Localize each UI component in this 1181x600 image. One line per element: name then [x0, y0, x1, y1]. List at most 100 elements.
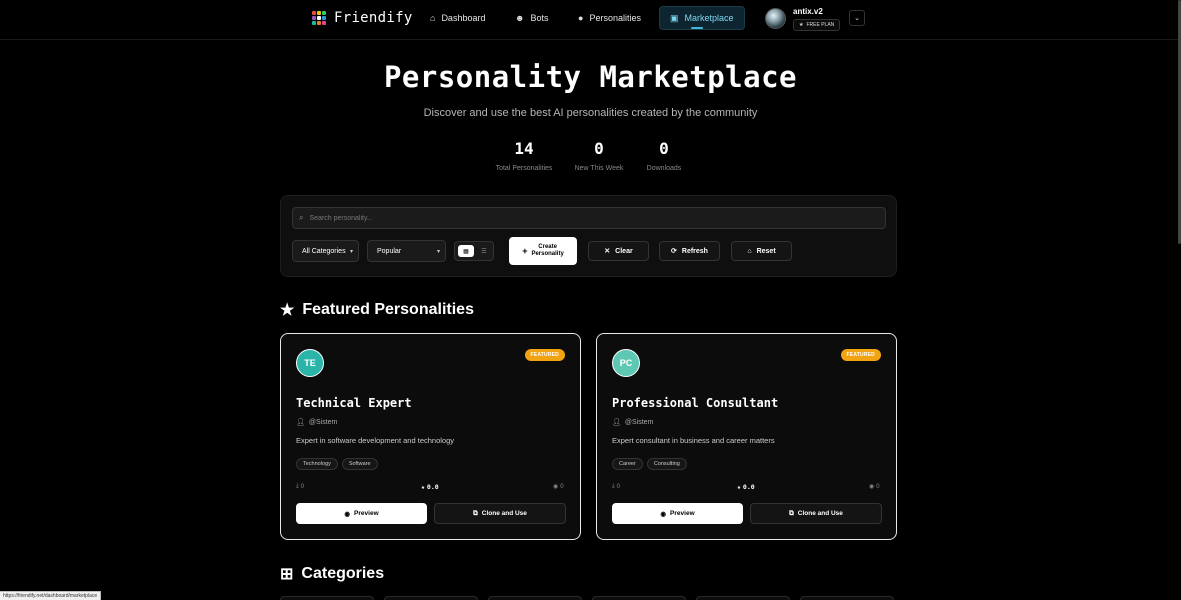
download-icon: ⤓: [612, 483, 615, 489]
chevron-down-icon: ⌄: [854, 15, 860, 22]
download-icon: ⤓: [296, 483, 299, 489]
store-icon: ▣: [670, 12, 679, 23]
list-view-button[interactable]: ☰: [477, 245, 491, 257]
tag: Career: [612, 458, 643, 470]
rating: ★ 0.0: [737, 483, 755, 491]
eye-icon: ◉: [553, 484, 559, 490]
personality-card[interactable]: TE FEATURED Technical Expert 👤︎ @Sistem …: [280, 333, 581, 540]
user-icon: 👤︎: [296, 419, 305, 426]
active-nav-indicator: [691, 27, 703, 29]
nav-marketplace-label: Marketplace: [684, 13, 734, 23]
refresh-button[interactable]: ⟳ Refresh: [659, 241, 720, 261]
refresh-label: Refresh: [681, 247, 708, 255]
reset-button[interactable]: ⌂ Reset: [731, 241, 792, 261]
category-card[interactable]: [384, 596, 478, 600]
page-subtitle: Discover and use the best AI personaliti…: [423, 107, 758, 119]
create-personality-button[interactable]: + Create Personality: [509, 237, 577, 265]
refresh-icon: ⟳: [671, 248, 677, 255]
preview-button[interactable]: ◉ Preview: [296, 503, 427, 524]
clear-button[interactable]: ✕ Clear: [588, 241, 649, 261]
personality-author: 👤︎ @Sistem: [296, 418, 338, 427]
star-icon: ★: [280, 302, 295, 319]
copy-icon: ⧉: [789, 509, 794, 517]
eye-icon: ◉: [869, 484, 875, 490]
browser-status-bar: https://friendify.net/dashboard/marketpl…: [0, 591, 102, 600]
brand-name: Friendify: [334, 10, 413, 26]
star-icon: ★: [421, 483, 425, 491]
preview-label: Preview: [354, 510, 379, 517]
nav-bots[interactable]: ☻ Bots: [505, 7, 559, 29]
personality-author: 👤︎ @Sistem: [612, 418, 653, 427]
personality-card[interactable]: PC FEATURED Professional Consultant 👤︎ @…: [596, 333, 897, 540]
create-label-line1: Create: [538, 243, 557, 250]
rating-value: 0.0: [426, 483, 439, 491]
user-circle-icon: ●: [578, 13, 584, 23]
eye-icon: ◉: [344, 510, 351, 518]
stat-downloads: 0 Downloads: [619, 139, 709, 172]
top-navbar: Friendify ⌂ Dashboard ☻ Bots ● Personali…: [0, 0, 1181, 40]
grid-icon: ⊞: [280, 566, 294, 583]
clone-label: Clone and Use: [481, 510, 527, 517]
nav-dashboard-label: Dashboard: [441, 13, 486, 23]
personality-avatar: PC: [612, 349, 640, 377]
category-select[interactable]: All Categories ▾: [292, 240, 359, 262]
category-card[interactable]: [800, 596, 894, 600]
home-icon: ⌂: [430, 13, 436, 23]
plan-badge: ★ FREE PLAN: [793, 19, 841, 31]
star-icon: ★: [799, 22, 804, 28]
category-card[interactable]: [488, 596, 582, 600]
grid-icon: ▦: [463, 248, 469, 255]
home-icon: ⌂: [747, 247, 752, 255]
nav-personalities[interactable]: ● Personalities: [568, 7, 651, 29]
reset-label: Reset: [756, 247, 776, 255]
nav-dashboard[interactable]: ⌂ Dashboard: [420, 7, 495, 29]
tag: Consulting: [646, 458, 687, 470]
category-select-value: All Categories: [302, 247, 346, 255]
search-input[interactable]: [309, 214, 870, 222]
personality-title: Technical Expert: [296, 396, 412, 410]
stat-downloads-value: 0: [659, 139, 669, 158]
personality-description: Expert consultant in business and career…: [612, 436, 775, 445]
categories-heading: ⊞ Categories: [280, 564, 384, 584]
clone-and-use-button[interactable]: ⧉ Clone and Use: [750, 503, 882, 524]
bot-icon: ☻: [515, 13, 525, 23]
view-count: ◉ 0: [553, 483, 564, 491]
category-card[interactable]: [592, 596, 686, 600]
user-avatar[interactable]: [765, 8, 786, 29]
category-card[interactable]: [280, 596, 374, 600]
friendify-logo-icon: [312, 11, 326, 25]
download-count: ⤓ 0: [612, 483, 620, 490]
list-icon: ☰: [481, 248, 487, 255]
brand[interactable]: Friendify: [312, 10, 413, 26]
sort-select[interactable]: Popular ▾: [367, 240, 446, 262]
create-personality-label: Create Personality: [531, 244, 563, 258]
eye-icon: ◉: [660, 510, 667, 518]
nav-bots-label: Bots: [530, 13, 549, 23]
view-count: ◉ 0: [869, 483, 880, 491]
user-menu-button[interactable]: ⌄: [849, 10, 865, 26]
preview-button[interactable]: ◉ Preview: [612, 503, 743, 524]
download-count: ⤓ 0: [296, 483, 304, 490]
star-icon: ★: [737, 483, 741, 491]
close-icon: ✕: [604, 248, 611, 255]
clone-label: Clone and Use: [797, 510, 843, 517]
chevron-down-icon: ▾: [436, 248, 440, 255]
user-name: antix.v2: [793, 7, 823, 16]
download-count-value: 0: [300, 483, 304, 490]
featured-badge: FEATURED: [524, 349, 565, 361]
personality-title: Professional Consultant: [612, 396, 779, 410]
user-icon: 👤︎: [612, 419, 621, 426]
featured-badge: FEATURED: [840, 349, 881, 361]
sort-select-value: Popular: [377, 247, 402, 255]
clone-and-use-button[interactable]: ⧉ Clone and Use: [434, 503, 566, 524]
featured-heading-text: Featured Personalities: [302, 301, 474, 318]
author-name: @Sistem: [308, 418, 338, 426]
copy-icon: ⧉: [473, 509, 478, 517]
category-card[interactable]: [696, 596, 790, 600]
preview-label: Preview: [670, 510, 695, 517]
categories-heading-text: Categories: [301, 565, 385, 582]
featured-heading: ★ Featured Personalities: [280, 300, 474, 320]
view-count-value: 0: [876, 483, 880, 490]
grid-view-button[interactable]: ▦: [458, 245, 474, 257]
search-box[interactable]: ⌕: [292, 207, 886, 229]
